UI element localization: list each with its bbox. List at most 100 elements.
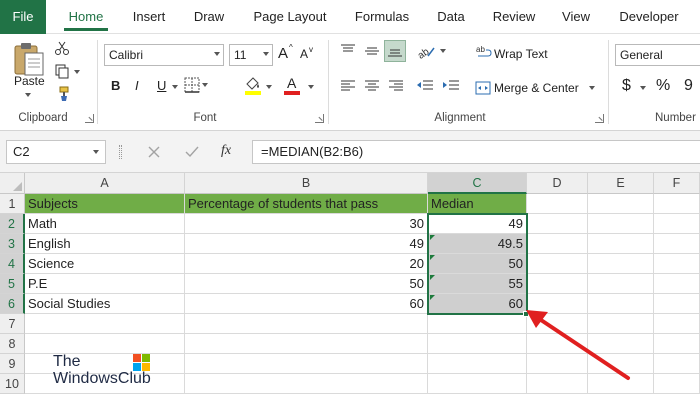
- cell-b7[interactable]: [185, 314, 428, 334]
- cell-f8[interactable]: [654, 334, 700, 354]
- font-name-combo[interactable]: Calibri: [104, 44, 224, 66]
- row-header-8[interactable]: 8: [0, 334, 25, 354]
- tab-insert[interactable]: Insert: [124, 0, 174, 34]
- row-header-7[interactable]: 7: [0, 314, 25, 334]
- align-right-icon[interactable]: [388, 79, 404, 93]
- cell-a3[interactable]: English: [25, 234, 185, 254]
- merge-center-dropdown-icon[interactable]: [589, 86, 595, 90]
- cell-c8[interactable]: [428, 334, 527, 354]
- select-all-corner[interactable]: [0, 173, 25, 194]
- column-header-e[interactable]: E: [588, 173, 654, 194]
- paste-button[interactable]: Paste: [14, 74, 45, 88]
- cell-f4[interactable]: [654, 254, 700, 274]
- borders-icon[interactable]: [184, 77, 210, 95]
- cell-f9[interactable]: [654, 354, 700, 374]
- font-size-combo[interactable]: 11: [229, 44, 273, 66]
- cell-e3[interactable]: [588, 234, 654, 254]
- cell-e4[interactable]: [588, 254, 654, 274]
- cell-e1[interactable]: [588, 194, 654, 214]
- cell-c2[interactable]: 49: [428, 214, 527, 234]
- tab-developer[interactable]: Developer: [610, 0, 688, 34]
- percent-button[interactable]: %: [656, 77, 670, 95]
- column-header-d[interactable]: D: [527, 173, 588, 194]
- cell-d3[interactable]: [527, 234, 588, 254]
- fill-color-icon[interactable]: [244, 75, 266, 95]
- cell-c3[interactable]: 49.5: [428, 234, 527, 254]
- merge-center-button[interactable]: Merge & Center: [494, 81, 579, 95]
- row-header-6[interactable]: 6: [0, 294, 25, 314]
- enter-check-icon[interactable]: [184, 145, 200, 159]
- row-header-10[interactable]: 10: [0, 374, 25, 394]
- cell-c1[interactable]: Median: [428, 194, 527, 214]
- row-header-9[interactable]: 9: [0, 354, 25, 374]
- cell-b3[interactable]: 49: [185, 234, 428, 254]
- cut-icon[interactable]: [54, 40, 70, 56]
- error-indicator-icon[interactable]: [430, 255, 435, 260]
- formula-input[interactable]: =MEDIAN(B2:B6): [252, 140, 700, 164]
- cell-a8[interactable]: [25, 334, 185, 354]
- merge-center-icon[interactable]: [475, 81, 491, 95]
- cell-a6[interactable]: Social Studies: [25, 294, 185, 314]
- name-box[interactable]: C2: [6, 140, 106, 164]
- column-header-c[interactable]: C: [428, 173, 527, 194]
- align-left-icon[interactable]: [340, 79, 356, 93]
- copy-dropdown-icon[interactable]: [74, 70, 80, 74]
- top-align-icon[interactable]: [340, 44, 356, 58]
- cell-b10[interactable]: [185, 374, 428, 394]
- cell-b8[interactable]: [185, 334, 428, 354]
- shrink-font-button[interactable]: A: [300, 47, 308, 61]
- format-painter-icon[interactable]: [54, 86, 70, 102]
- font-color-button[interactable]: A: [287, 75, 296, 91]
- cell-d1[interactable]: [527, 194, 588, 214]
- middle-align-icon[interactable]: [364, 44, 380, 58]
- tab-page-layout[interactable]: Page Layout: [246, 0, 334, 34]
- worksheet-grid[interactable]: A B C D E F 1 2 3 4 5 6 7 8 9 10 Subject…: [0, 173, 700, 401]
- cell-c7[interactable]: [428, 314, 527, 334]
- cell-f1[interactable]: [654, 194, 700, 214]
- currency-dropdown-icon[interactable]: [640, 86, 646, 90]
- cell-a4[interactable]: Science: [25, 254, 185, 274]
- column-header-f[interactable]: F: [654, 173, 700, 194]
- tab-view[interactable]: View: [554, 0, 598, 34]
- cell-e5[interactable]: [588, 274, 654, 294]
- resize-handle[interactable]: [119, 145, 122, 159]
- cell-c5[interactable]: 55: [428, 274, 527, 294]
- chevron-down-icon[interactable]: [93, 150, 99, 154]
- cell-a5[interactable]: P.E: [25, 274, 185, 294]
- row-header-5[interactable]: 5: [0, 274, 25, 294]
- row-header-4[interactable]: 4: [0, 254, 25, 274]
- cell-b6[interactable]: 60: [185, 294, 428, 314]
- cell-d2[interactable]: [527, 214, 588, 234]
- paste-icon[interactable]: [12, 40, 46, 78]
- increase-indent-icon[interactable]: [442, 79, 460, 93]
- error-indicator-icon[interactable]: [430, 235, 435, 240]
- cell-b1[interactable]: Percentage of students that pass: [185, 194, 428, 214]
- tab-formulas[interactable]: Formulas: [348, 0, 416, 34]
- tab-draw[interactable]: Draw: [186, 0, 232, 34]
- fill-color-dropdown-icon[interactable]: [266, 85, 272, 89]
- cell-f3[interactable]: [654, 234, 700, 254]
- cell-b2[interactable]: 30: [185, 214, 428, 234]
- comma-style-button[interactable]: 9: [684, 77, 693, 95]
- row-header-3[interactable]: 3: [0, 234, 25, 254]
- cell-f2[interactable]: [654, 214, 700, 234]
- cell-a2[interactable]: Math: [25, 214, 185, 234]
- cell-c6[interactable]: 60: [428, 294, 527, 314]
- grow-font-button[interactable]: A: [278, 45, 288, 62]
- cell-b4[interactable]: 20: [185, 254, 428, 274]
- insert-function-button[interactable]: fx: [221, 143, 231, 159]
- bold-button[interactable]: B: [111, 78, 120, 93]
- cell-f10[interactable]: [654, 374, 700, 394]
- currency-button[interactable]: $: [622, 77, 631, 95]
- column-header-b[interactable]: B: [185, 173, 428, 194]
- cell-d4[interactable]: [527, 254, 588, 274]
- tab-data[interactable]: Data: [428, 0, 474, 34]
- cell-f6[interactable]: [654, 294, 700, 314]
- row-header-1[interactable]: 1: [0, 194, 25, 214]
- align-center-icon[interactable]: [364, 79, 380, 93]
- number-format-combo[interactable]: General: [615, 44, 700, 66]
- cell-b5[interactable]: 50: [185, 274, 428, 294]
- tab-home[interactable]: Home: [60, 0, 112, 34]
- column-header-a[interactable]: A: [25, 173, 185, 194]
- font-launcher-icon[interactable]: [315, 114, 324, 123]
